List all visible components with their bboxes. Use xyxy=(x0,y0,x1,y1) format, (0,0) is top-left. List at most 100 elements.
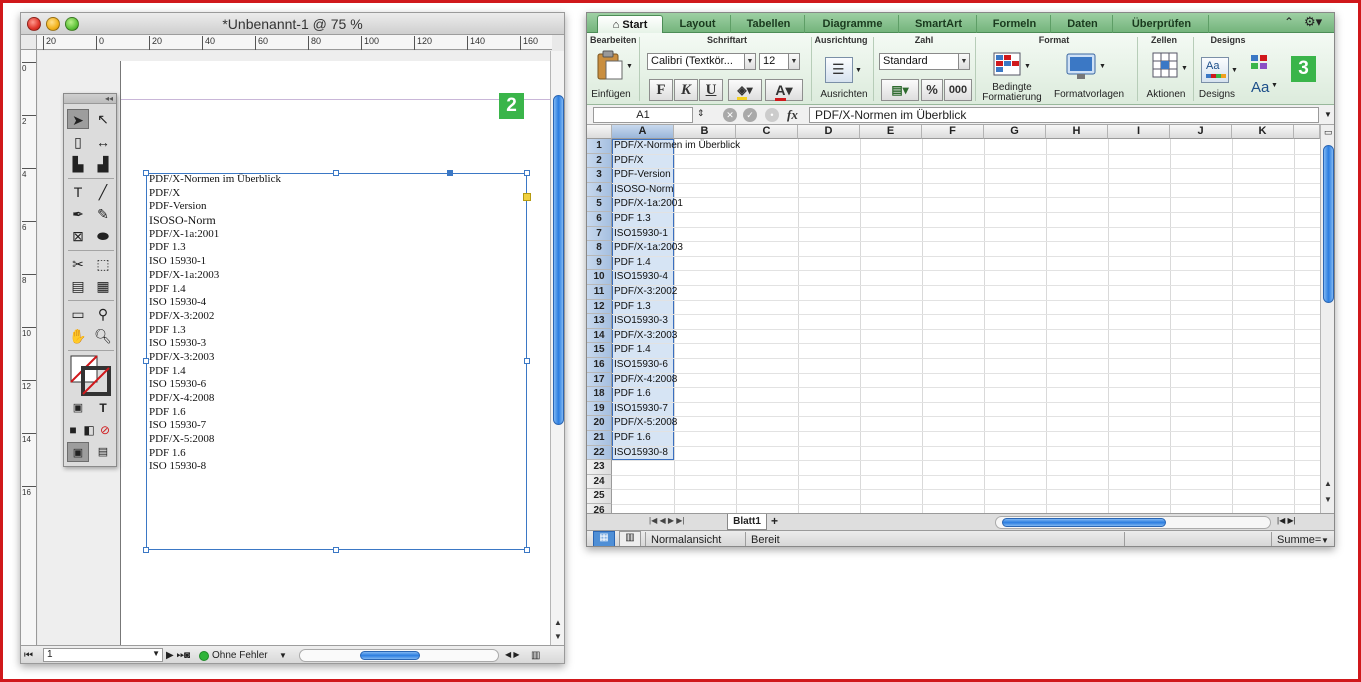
row-header[interactable]: 12 xyxy=(587,299,612,315)
tab-tabellen[interactable]: Tabellen xyxy=(733,15,805,33)
column-header[interactable]: G xyxy=(984,125,1046,139)
row-header[interactable]: 13 xyxy=(587,314,612,329)
gradient-feather-tool-icon[interactable]: ▦ xyxy=(92,276,114,296)
cell-a18[interactable]: PDF 1.6 xyxy=(612,387,674,402)
first-page-icon[interactable]: ⏮ xyxy=(24,650,33,661)
theme-fonts-icon[interactable]: Aa xyxy=(1251,79,1269,96)
tab-daten[interactable]: Daten xyxy=(1053,15,1113,33)
cell-a10[interactable]: ISO15930-4 xyxy=(612,270,674,285)
cell-a17[interactable]: PDF/X-4:2008 xyxy=(612,373,677,388)
scroll-thumb[interactable] xyxy=(1002,518,1166,527)
chevron-down-icon[interactable]: ▼ xyxy=(279,651,287,660)
font-size-select[interactable]: 12 xyxy=(759,53,789,70)
horizontal-ruler[interactable]: 20 0 20 40 60 80 100 120 140 160 xyxy=(37,35,552,50)
cell-a13[interactable]: ISO15930-3 xyxy=(612,314,674,329)
collapse-ribbon-icon[interactable]: ⌃ xyxy=(1284,15,1294,29)
gear-icon[interactable]: ⚙▾ xyxy=(1304,14,1322,30)
panel-collapse-icon[interactable]: ◂◂ xyxy=(64,94,116,104)
frame-handle[interactable] xyxy=(524,547,530,553)
cell-a16[interactable]: ISO15930-6 xyxy=(612,358,674,373)
overset-handle[interactable] xyxy=(523,193,531,201)
name-box-stepper-icon[interactable]: ⇕ xyxy=(697,108,705,119)
formula-input[interactable]: PDF/X-Normen im Überblick xyxy=(809,107,1319,123)
gap-tool-icon[interactable]: ↔ xyxy=(92,132,114,152)
font-name-select[interactable]: Calibri (Textkör... xyxy=(647,53,745,70)
free-transform-tool-icon[interactable]: ⬚ xyxy=(92,254,114,274)
pasteboard[interactable]: PDF/X-Normen im Überblick PDF/X PDF-Vers… xyxy=(38,51,551,661)
cell-a2[interactable]: PDF/X xyxy=(612,154,674,169)
chevron-down-icon[interactable]: ▼ xyxy=(1321,536,1329,545)
align-button[interactable]: ☰ xyxy=(825,57,853,83)
tab-start[interactable]: ⌂ Start xyxy=(597,15,663,33)
page-tool-icon[interactable]: ▯ xyxy=(67,132,89,152)
selection-tool-icon[interactable]: ➤ xyxy=(67,109,89,129)
vertical-ruler[interactable]: 0 2 4 6 8 10 12 14 16 xyxy=(21,50,37,650)
gradient-swatch-tool-icon[interactable]: ▤ xyxy=(67,276,89,296)
add-sheet-icon[interactable]: + xyxy=(771,514,778,528)
cell-a9[interactable]: PDF 1.4 xyxy=(612,256,674,271)
fill-stroke-swatch-icon[interactable] xyxy=(69,354,113,396)
pencil-tool-icon[interactable]: ✎ xyxy=(92,204,114,224)
indesign-vertical-scrollbar[interactable]: ▲ ▼ xyxy=(550,51,564,649)
accounting-format-button[interactable]: ▤▾ xyxy=(881,79,919,101)
chevron-down-icon[interactable]: ▼ xyxy=(744,53,756,70)
cancel-entry-icon[interactable]: ✕ xyxy=(723,108,737,122)
row-header[interactable]: 9 xyxy=(587,255,612,271)
page-number-field[interactable]: 1 ▼ xyxy=(43,648,163,662)
cell-a14[interactable]: PDF/X-3:2003 xyxy=(612,329,677,344)
row-header[interactable]: 26 xyxy=(587,504,612,513)
tab-smartart[interactable]: SmartArt xyxy=(901,15,977,33)
cell-a7[interactable]: ISO15930-1 xyxy=(612,227,674,242)
italic-button[interactable]: K xyxy=(674,79,698,101)
row-header[interactable]: 20 xyxy=(587,416,612,431)
frame-handle[interactable] xyxy=(143,547,149,553)
content-collector-icon[interactable]: ▙ xyxy=(67,154,89,174)
row-header[interactable]: 7 xyxy=(587,226,612,242)
row-header[interactable]: 4 xyxy=(587,182,612,198)
row-header[interactable]: 14 xyxy=(587,328,612,344)
tab-layout[interactable]: Layout xyxy=(665,15,731,33)
cell-a3[interactable]: PDF-Version xyxy=(612,168,674,183)
normal-view-icon[interactable]: ▦ xyxy=(593,531,615,546)
fill-color-button[interactable]: ◈▾ xyxy=(728,79,762,101)
row-header[interactable]: 2 xyxy=(587,153,612,169)
scroll-down-arrow-icon[interactable]: ▼ xyxy=(554,632,562,641)
cell-a11[interactable]: PDF/X-3:2002 xyxy=(612,285,677,300)
number-format-select[interactable]: Standard xyxy=(879,53,959,70)
frame-handle[interactable] xyxy=(447,170,453,176)
column-header[interactable]: I xyxy=(1108,125,1170,139)
scroll-thumb[interactable] xyxy=(553,95,564,425)
row-header[interactable]: 22 xyxy=(587,445,612,461)
cell-a19[interactable]: ISO15930-7 xyxy=(612,402,674,417)
theme-colors-icon[interactable] xyxy=(1249,53,1271,71)
sheet-navigation-arrows-icon[interactable]: |◀ ◀ ▶ ▶| xyxy=(649,516,684,525)
column-header[interactable] xyxy=(1294,125,1320,139)
excel-horizontal-scrollbar[interactable] xyxy=(995,516,1271,529)
cell-a20[interactable]: PDF/X-5:2008 xyxy=(612,416,677,431)
type-tool-icon[interactable]: T xyxy=(67,182,89,202)
select-all-corner[interactable] xyxy=(587,125,612,139)
row-header[interactable]: 6 xyxy=(587,212,612,227)
formula-builder-icon[interactable]: • xyxy=(765,108,779,122)
cell-a12[interactable]: PDF 1.3 xyxy=(612,300,674,315)
cell-a5[interactable]: PDF/X-1a:2001 xyxy=(612,197,683,212)
insert-function-icon[interactable]: fx xyxy=(787,107,798,123)
scissors-tool-icon[interactable]: ✂ xyxy=(67,254,89,274)
frame-handle[interactable] xyxy=(333,547,339,553)
tab-formeln[interactable]: Formeln xyxy=(979,15,1051,33)
row-header[interactable]: 8 xyxy=(587,241,612,256)
row-header[interactable]: 10 xyxy=(587,270,612,285)
ruler-origin[interactable] xyxy=(21,35,37,50)
normal-view-mode-icon[interactable]: ▣ xyxy=(67,442,89,462)
chevron-down-icon[interactable]: ▼ xyxy=(152,649,160,658)
scroll-thumb[interactable] xyxy=(360,651,420,660)
cell-a21[interactable]: PDF 1.6 xyxy=(612,431,674,446)
chevron-down-icon[interactable]: ▼ xyxy=(788,53,800,70)
tab-diagramme[interactable]: Diagramme xyxy=(807,15,899,33)
column-header[interactable]: J xyxy=(1170,125,1232,139)
chevron-down-icon[interactable]: ▼ xyxy=(855,67,862,74)
scroll-thumb[interactable] xyxy=(1323,145,1334,303)
percent-button[interactable]: % xyxy=(921,79,943,101)
row-header[interactable]: 16 xyxy=(587,358,612,373)
indesign-horizontal-scrollbar[interactable] xyxy=(299,649,499,662)
